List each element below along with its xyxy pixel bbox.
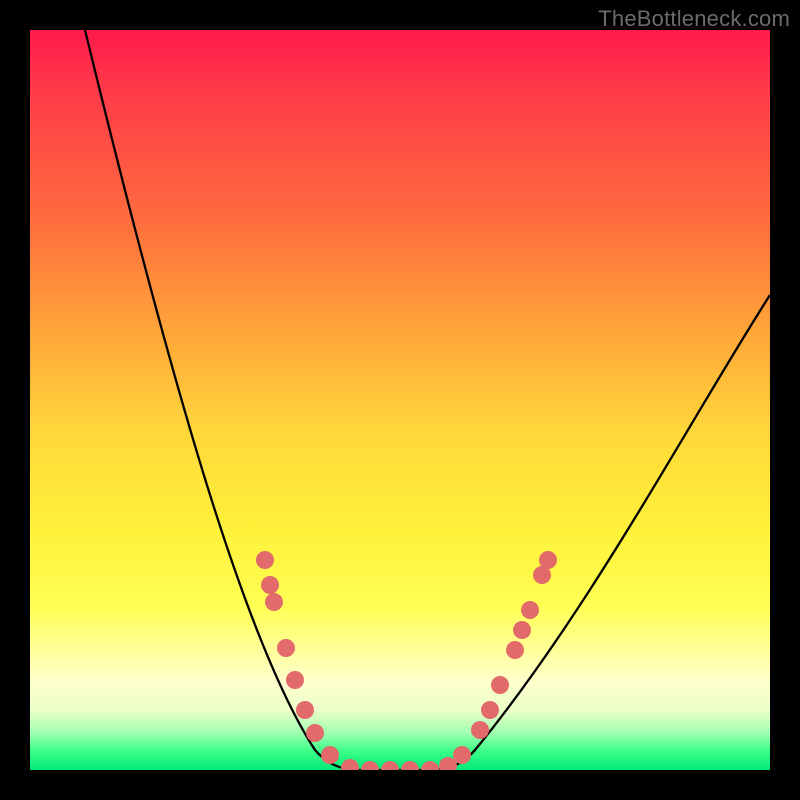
data-point [361,761,379,770]
curve-right [430,295,770,770]
data-point [277,639,295,657]
data-point [321,746,339,764]
data-point [539,551,557,569]
data-point [265,593,283,611]
data-point [421,761,439,770]
data-point [471,721,489,739]
curve-group [85,30,770,770]
data-points-group [256,551,557,770]
data-point [306,724,324,742]
chart-plot-area [30,30,770,770]
data-point [401,761,419,770]
data-point [296,701,314,719]
data-point [491,676,509,694]
data-point [521,601,539,619]
data-point [286,671,304,689]
data-point [256,551,274,569]
data-point [341,759,359,770]
watermark-text: TheBottleneck.com [598,6,790,32]
data-point [381,761,399,770]
data-point [513,621,531,639]
chart-svg [30,30,770,770]
data-point [453,746,471,764]
data-point [261,576,279,594]
curve-left [85,30,360,770]
data-point [506,641,524,659]
data-point [481,701,499,719]
